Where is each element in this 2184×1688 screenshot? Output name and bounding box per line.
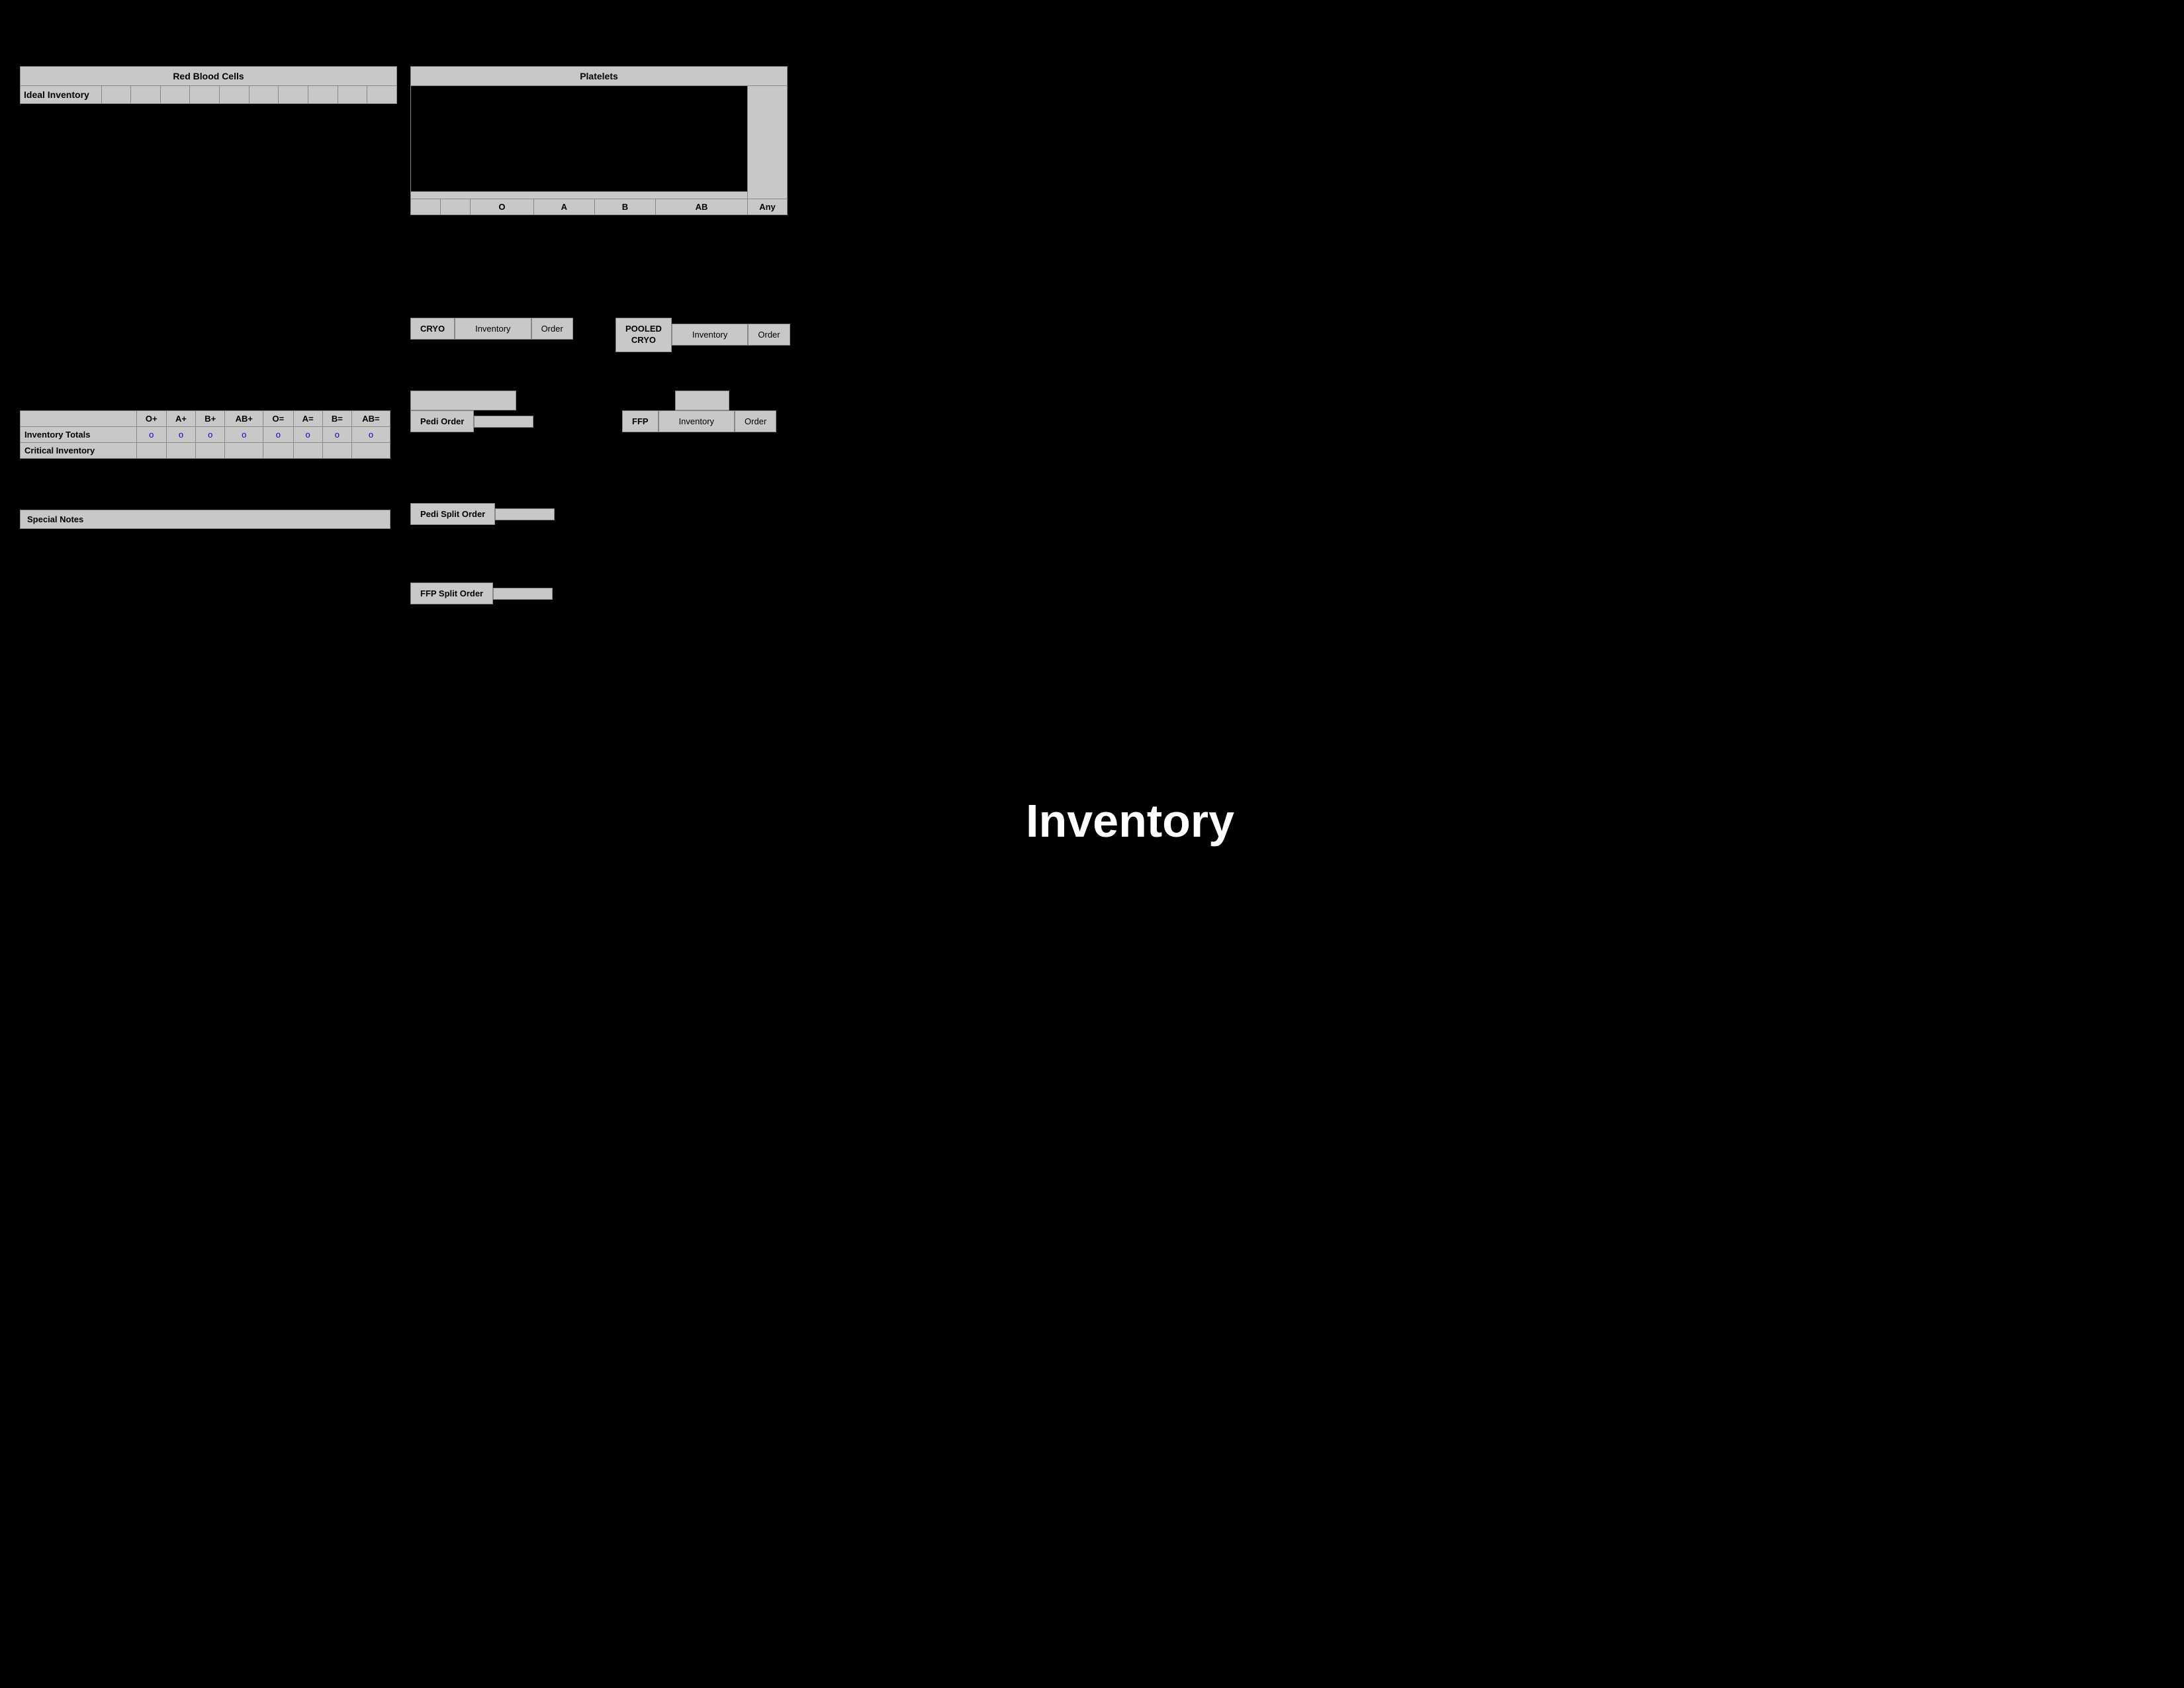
platelets-label-ab: AB [655,199,747,215]
rbc-section: Red Blood Cells Ideal Inventory [20,66,397,104]
inventory-large-label: Inventory [1026,794,1234,847]
platelets-label-any: Any [748,199,788,215]
ffp-section: FFP Inventory Order [622,410,776,432]
special-notes-label[interactable]: Special Notes [20,510,390,529]
platelets-label-a: A [533,199,594,215]
inv-col-abplus: AB+ [225,411,263,427]
rbc-col6[interactable] [249,86,279,104]
critical-val-aeq[interactable] [293,443,322,459]
inv-col-aeq: A= [293,411,322,427]
pedi-split-section: Pedi Split Order [410,503,555,525]
pedi-order-section: Pedi Order [410,410,533,432]
ffp-split-label: FFP Split Order [410,583,493,604]
critical-val-aplus[interactable] [166,443,195,459]
platelets-label-empty2 [441,199,471,215]
platelets-label-o: O [471,199,534,215]
pedi-order-label: Pedi Order [410,410,474,432]
pooled-cryo-section: POOLED CRYO Inventory Order [615,318,790,352]
inv-totals-val-beq[interactable]: o [322,427,351,443]
pedi-gray-box1[interactable] [410,391,516,412]
platelets-label-empty1 [411,199,441,215]
cryo-order[interactable]: Order [531,318,573,340]
critical-inv-row: Critical Inventory [21,443,390,459]
pedi-order-value[interactable] [474,416,533,428]
rbc-col4[interactable] [190,86,220,104]
rbc-col1[interactable] [101,86,131,104]
ffp-label: FFP [622,410,659,432]
platelets-spacer [411,192,748,199]
pooled-cryo-label: POOLED CRYO [615,318,672,352]
inv-totals-val-oplus[interactable]: o [136,427,166,443]
rbc-title: Red Blood Cells [21,67,397,86]
platelets-section: Platelets O A B AB Any [410,66,788,215]
inv-totals-section: O+ A+ B+ AB+ O= A= B= AB= Inventory Tota… [20,410,390,459]
inv-totals-val-aplus[interactable]: o [166,427,195,443]
inv-totals-label: Inventory Totals [21,427,137,443]
rbc-col8[interactable] [308,86,338,104]
inv-totals-val-abplus[interactable]: o [225,427,263,443]
pedi-input1[interactable] [410,391,516,410]
critical-val-oeq[interactable] [263,443,293,459]
ffp-gray-box-top[interactable] [675,391,729,412]
platelets-label-b: B [594,199,655,215]
inv-col-bplus: B+ [196,411,225,427]
inv-col-aplus: A+ [166,411,195,427]
inv-col-oplus: O+ [136,411,166,427]
rbc-col3[interactable] [160,86,190,104]
inv-col-abeq: AB= [351,411,390,427]
critical-val-bplus[interactable] [196,443,225,459]
inv-col-beq: B= [322,411,351,427]
inv-totals-row: Inventory Totals o o o o o o o o [21,427,390,443]
rbc-col9[interactable] [338,86,367,104]
ffp-split-section: FFP Split Order [410,583,553,604]
critical-val-abplus[interactable] [225,443,263,459]
ffp-order[interactable]: Order [735,410,776,432]
pedi-split-value[interactable] [495,508,555,520]
rbc-col2[interactable] [131,86,161,104]
critical-val-beq[interactable] [322,443,351,459]
platelets-title: Platelets [411,67,788,86]
pooled-cryo-inventory[interactable]: Inventory [672,324,748,346]
critical-inv-label: Critical Inventory [21,443,137,459]
rbc-col10[interactable] [367,86,397,104]
ffp-input-top[interactable] [675,391,729,410]
platelets-black-area [411,86,748,192]
inv-col-empty [21,411,137,427]
inv-totals-val-abeq[interactable]: o [351,427,390,443]
inv-totals-val-aeq[interactable]: o [293,427,322,443]
cryo-inventory[interactable]: Inventory [455,318,531,340]
platelets-side-col [748,86,788,199]
critical-val-oplus[interactable] [136,443,166,459]
rbc-col5[interactable] [220,86,250,104]
inv-col-oeq: O= [263,411,293,427]
pooled-cryo-order[interactable]: Order [748,324,790,346]
rbc-col7[interactable] [279,86,308,104]
pedi-split-label: Pedi Split Order [410,503,495,525]
rbc-ideal-inventory-label: Ideal Inventory [21,86,102,104]
special-notes-section: Special Notes [20,510,390,529]
ffp-split-value[interactable] [493,588,553,600]
inv-totals-val-bplus[interactable]: o [196,427,225,443]
critical-val-abeq[interactable] [351,443,390,459]
ffp-inventory[interactable]: Inventory [659,410,735,432]
inv-totals-val-oeq[interactable]: o [263,427,293,443]
cryo-label: CRYO [410,318,455,340]
cryo-section: CRYO Inventory Order [410,318,573,340]
